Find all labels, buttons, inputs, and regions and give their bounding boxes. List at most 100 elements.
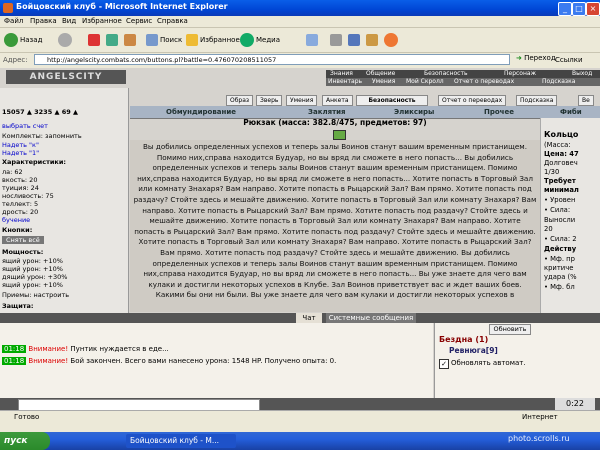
- favorites-button[interactable]: Избранное: [186, 32, 240, 48]
- menu-tools[interactable]: Сервис: [126, 17, 152, 25]
- tab-spells[interactable]: Заклятия: [308, 108, 346, 116]
- wear-k-link[interactable]: Надеть "к": [2, 141, 39, 149]
- nav-exit[interactable]: Выход: [572, 70, 592, 77]
- tab-skills[interactable]: Умения: [286, 95, 318, 106]
- site-logo: ANGELSCITY: [6, 70, 126, 84]
- chat-line: 01:18 Внимание! Пунтик нуждается в еде..…: [2, 345, 169, 353]
- menu-view[interactable]: Вид: [62, 17, 76, 25]
- item-line: • Мф. пр: [544, 255, 575, 263]
- tab-equipment[interactable]: Обмундирование: [166, 108, 236, 116]
- search-button[interactable]: Поиск: [146, 32, 182, 48]
- stat-strength: ла: 62: [2, 168, 23, 176]
- chat-time: 01:18: [2, 357, 27, 365]
- menu-help[interactable]: Справка: [157, 17, 188, 25]
- back-arrow-icon: [4, 33, 18, 47]
- tab-elixirs[interactable]: Эликсиры: [394, 108, 434, 116]
- print-button[interactable]: [330, 32, 344, 48]
- links-button[interactable]: Ссылки: [555, 56, 583, 64]
- power-line-1: ящий урон: +10%: [2, 257, 63, 265]
- chat-log: 01:18 Внимание! Пунтик нуждается в еде..…: [0, 323, 433, 399]
- subnav-transfers[interactable]: Отчет о переводах: [454, 78, 514, 85]
- discuss-button[interactable]: [366, 32, 380, 48]
- remove-all-button[interactable]: Снять всё: [2, 236, 44, 244]
- item-line: (Масса:: [544, 141, 571, 149]
- subnav-skills[interactable]: Умения: [372, 78, 395, 85]
- buttons-heading: Кнопки:: [2, 226, 33, 234]
- address-input[interactable]: http://angelscity.combats.com/buttons.pl…: [34, 54, 510, 65]
- backpack-title: Рюкзак (масса: 382.8/475, предметов: 97): [243, 118, 427, 127]
- item-line: • Уровен: [544, 196, 576, 204]
- auto-refresh-checkbox[interactable]: ✓: [439, 359, 449, 369]
- item-line: минимал: [544, 186, 579, 194]
- go-button[interactable]: ➜ Переход: [516, 54, 556, 62]
- ie-icon: [3, 3, 13, 13]
- stop-button[interactable]: [88, 32, 102, 48]
- menu-favorites[interactable]: Избранное: [82, 17, 122, 25]
- training-link[interactable]: бучение: [2, 216, 30, 224]
- tricks-row[interactable]: Приемы: настроить: [2, 291, 69, 299]
- subnav-inventory[interactable]: Инвентарь: [328, 78, 362, 85]
- tab-other[interactable]: Прочее: [484, 108, 514, 116]
- backpack-icon[interactable]: [333, 130, 346, 140]
- tab-more[interactable]: Ве: [578, 95, 594, 106]
- tab-profile[interactable]: Анкета: [322, 95, 353, 106]
- back-button[interactable]: Назад: [4, 32, 42, 48]
- power-line-2: ящий урон: +10%: [2, 265, 63, 273]
- media-button[interactable]: Медиа: [240, 32, 280, 48]
- wear-1-link[interactable]: Надеть "1": [2, 149, 39, 157]
- messenger-icon: [384, 33, 398, 47]
- start-button[interactable]: пуск: [0, 432, 50, 450]
- power-heading: Мощность:: [2, 248, 44, 256]
- item-info-panel: Кольцо (Масса: Цена: 47 Долговеч 1/30 Тр…: [540, 118, 600, 313]
- watermark: photo.scrolls.ru: [508, 434, 570, 443]
- nav-communication[interactable]: Общение: [366, 70, 395, 77]
- tab-pet[interactable]: Зверь: [256, 95, 283, 106]
- home-button[interactable]: [124, 32, 138, 48]
- item-line: Действу: [544, 245, 577, 253]
- refresh-button[interactable]: [106, 32, 120, 48]
- room-message-text: Вы добились определенных успехов и тепер…: [133, 142, 537, 300]
- item-line: 20: [544, 225, 553, 233]
- kits-row[interactable]: Комплекты: запомнить: [2, 132, 82, 140]
- minimize-button[interactable]: _: [558, 2, 572, 16]
- nav-character[interactable]: Персонаж: [504, 70, 536, 77]
- close-button[interactable]: ×: [586, 2, 600, 16]
- refresh-icon: [106, 34, 118, 46]
- refresh-online-button[interactable]: Обновить: [489, 324, 531, 335]
- nav-security[interactable]: Безопасность: [424, 70, 468, 77]
- nav-knowledge[interactable]: Знания: [330, 70, 353, 77]
- address-label: Адрес:: [3, 56, 28, 64]
- tab-chat[interactable]: Чат: [296, 313, 322, 323]
- resource-counts: 15057 ▲ 3235 ▲ 69 ▲: [2, 108, 79, 116]
- online-user[interactable]: Ревнюга[9]: [449, 346, 498, 355]
- tab-image[interactable]: Образ: [226, 95, 254, 106]
- star-icon: [186, 34, 198, 46]
- messenger-button[interactable]: [384, 32, 400, 48]
- window-title: Бойцовский клуб - Microsoft Internet Exp…: [16, 2, 228, 11]
- menu-file[interactable]: Файл: [4, 17, 23, 25]
- tab-fibi[interactable]: Фиби: [560, 108, 582, 116]
- item-line: Долговеч: [544, 159, 578, 167]
- tab-system-messages[interactable]: Системные сообщения: [326, 313, 416, 323]
- taskbar-window-item[interactable]: Бойцовский клуб - М...: [126, 434, 236, 448]
- item-line: Выносли: [544, 216, 576, 224]
- chat-alert: Внимание!: [28, 345, 69, 353]
- subnav-scroll[interactable]: Мой Скролл: [406, 78, 444, 85]
- choose-account-link[interactable]: выбрать счет: [2, 122, 48, 130]
- edit-button[interactable]: [348, 32, 362, 48]
- character-panel: 15057 ▲ 3235 ▲ 69 ▲ выбрать счет Комплек…: [0, 88, 129, 313]
- menu-edit[interactable]: Правка: [30, 17, 57, 25]
- zone-text: Интернет: [522, 413, 558, 421]
- status-bar: Готово Интернет: [0, 410, 600, 423]
- tab-hint[interactable]: Подсказка: [516, 95, 558, 106]
- chat-line: 01:18 Внимание! Бой закончен. Всего вами…: [2, 357, 336, 365]
- game-clock: 0:22: [555, 398, 595, 410]
- subnav-hint[interactable]: Подсказка: [542, 78, 575, 85]
- mail-button[interactable]: [306, 32, 320, 48]
- mail-icon: [306, 34, 318, 46]
- tab-security[interactable]: Безопасность: [356, 95, 428, 106]
- maximize-button[interactable]: □: [572, 2, 586, 16]
- tab-transfers[interactable]: Отчет о переводах: [438, 95, 507, 106]
- forward-button[interactable]: [58, 32, 74, 48]
- item-line: • Сила: 2: [544, 235, 577, 243]
